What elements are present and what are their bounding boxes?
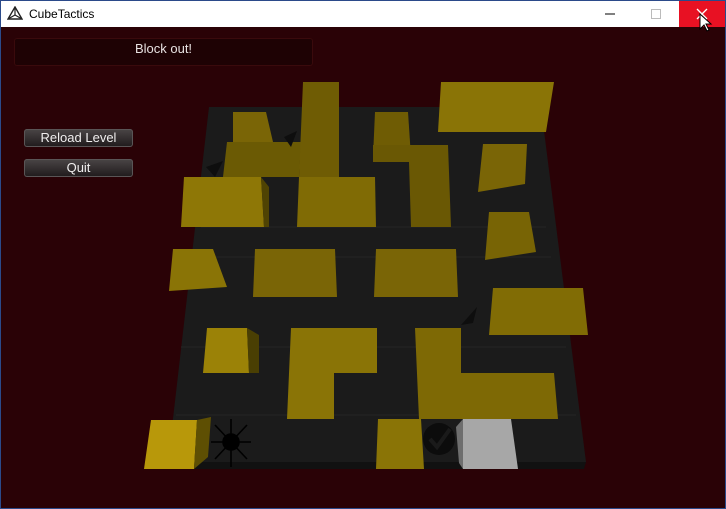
unity-logo-icon (7, 6, 23, 20)
minimize-icon (605, 13, 615, 15)
status-message: Block out! (134, 41, 193, 56)
quit-button[interactable]: Quit (24, 159, 133, 177)
window-title: CubeTactics (29, 7, 95, 21)
reload-level-button[interactable]: Reload Level (24, 129, 133, 147)
player-cube[interactable] (456, 419, 518, 469)
message-panel: Block out! (14, 38, 313, 66)
game-board[interactable] (1, 27, 725, 508)
mouse-cursor-icon (699, 13, 713, 32)
title-bar[interactable]: CubeTactics (1, 1, 725, 27)
minimize-button[interactable] (587, 1, 633, 27)
game-window: CubeTactics Block out! Reload Level Quit (0, 0, 726, 509)
maximize-button[interactable] (633, 1, 679, 27)
maximize-icon (651, 9, 661, 19)
game-viewport[interactable]: Block out! Reload Level Quit (1, 27, 725, 508)
checkmark-goal-icon (423, 423, 455, 455)
